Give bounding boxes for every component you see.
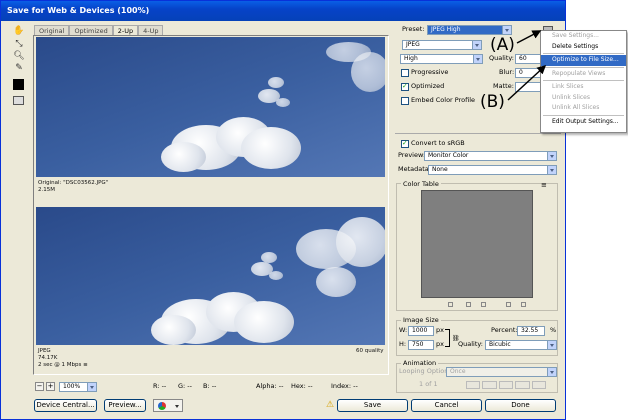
arrow-b xyxy=(507,64,547,101)
annotation-arrows xyxy=(507,30,547,101)
arrow-a xyxy=(516,30,542,44)
